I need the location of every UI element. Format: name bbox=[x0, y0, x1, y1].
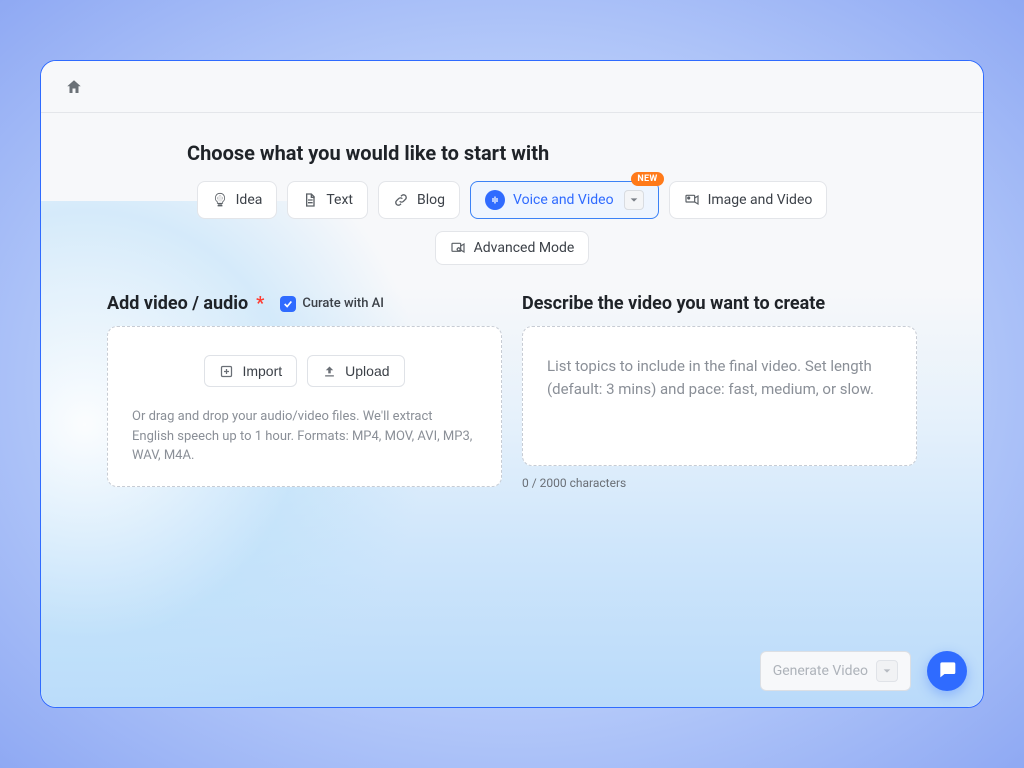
left-section-title-row: Add video / audio * Curate with AI bbox=[107, 293, 502, 314]
link-icon bbox=[393, 192, 409, 208]
tab-blog-label: Blog bbox=[417, 192, 445, 208]
voice-video-dropdown[interactable] bbox=[624, 190, 644, 210]
curate-label: Curate with AI bbox=[302, 296, 384, 311]
right-section-title: Describe the video you want to create bbox=[522, 293, 825, 314]
tab-text-label: Text bbox=[326, 192, 353, 208]
document-icon bbox=[302, 192, 318, 208]
generate-video-label: Generate Video bbox=[773, 663, 868, 679]
tab-idea-label: Idea bbox=[236, 192, 263, 208]
left-column: Add video / audio * Curate with AI bbox=[107, 293, 502, 490]
two-column-layout: Add video / audio * Curate with AI bbox=[107, 293, 917, 490]
right-column: Describe the video you want to create Li… bbox=[522, 293, 917, 490]
character-counter: 0 / 2000 characters bbox=[522, 476, 917, 490]
generate-video-dropdown[interactable] bbox=[876, 660, 898, 682]
app-window: Choose what you would like to start with… bbox=[40, 60, 984, 708]
footer-actions: Generate Video bbox=[760, 651, 911, 691]
advanced-icon bbox=[450, 240, 466, 256]
lightbulb-icon bbox=[212, 192, 228, 208]
chat-icon bbox=[937, 659, 957, 683]
upload-button[interactable]: Upload bbox=[307, 355, 404, 387]
tab-text[interactable]: Text bbox=[287, 181, 368, 219]
start-tabs-row-2: Advanced Mode bbox=[107, 231, 917, 265]
checkbox-checked-icon bbox=[280, 296, 296, 312]
right-section-title-row: Describe the video you want to create bbox=[522, 293, 917, 314]
tab-voice-video[interactable]: Voice and Video NEW bbox=[470, 181, 659, 219]
tab-advanced-mode[interactable]: Advanced Mode bbox=[435, 231, 590, 265]
tab-blog[interactable]: Blog bbox=[378, 181, 460, 219]
tab-image-video-label: Image and Video bbox=[708, 192, 813, 208]
upload-hint: Or drag and drop your audio/video files.… bbox=[132, 407, 477, 466]
home-icon[interactable] bbox=[65, 78, 83, 96]
required-marker: * bbox=[256, 293, 264, 314]
page-title: Choose what you would like to start with bbox=[187, 141, 917, 165]
tab-advanced-label: Advanced Mode bbox=[474, 240, 575, 256]
tab-image-video[interactable]: Image and Video bbox=[669, 181, 828, 219]
upload-panel[interactable]: Import Upload Or drag and drop your audi… bbox=[107, 326, 502, 487]
generate-video-button[interactable]: Generate Video bbox=[760, 651, 911, 691]
tab-idea[interactable]: Idea bbox=[197, 181, 278, 219]
import-icon bbox=[219, 364, 234, 379]
upload-icon bbox=[322, 364, 337, 379]
left-section-title: Add video / audio bbox=[107, 293, 248, 314]
upload-buttons-row: Import Upload bbox=[132, 355, 477, 387]
new-badge: NEW bbox=[631, 172, 663, 186]
voice-icon bbox=[485, 190, 505, 210]
describe-panel[interactable]: List topics to include in the final vide… bbox=[522, 326, 917, 466]
start-tabs-row: Idea Text Blog Voice and Video bbox=[107, 181, 917, 219]
upload-button-label: Upload bbox=[345, 363, 389, 379]
tab-voice-video-label: Voice and Video bbox=[513, 192, 614, 208]
import-button-label: Import bbox=[242, 363, 282, 379]
describe-placeholder: List topics to include in the final vide… bbox=[547, 355, 892, 400]
image-video-icon bbox=[684, 192, 700, 208]
chat-fab[interactable] bbox=[927, 651, 967, 691]
import-button[interactable]: Import bbox=[204, 355, 297, 387]
curate-with-ai-checkbox[interactable]: Curate with AI bbox=[280, 296, 384, 312]
header-bar bbox=[41, 61, 983, 113]
main-content: Choose what you would like to start with… bbox=[41, 113, 983, 490]
